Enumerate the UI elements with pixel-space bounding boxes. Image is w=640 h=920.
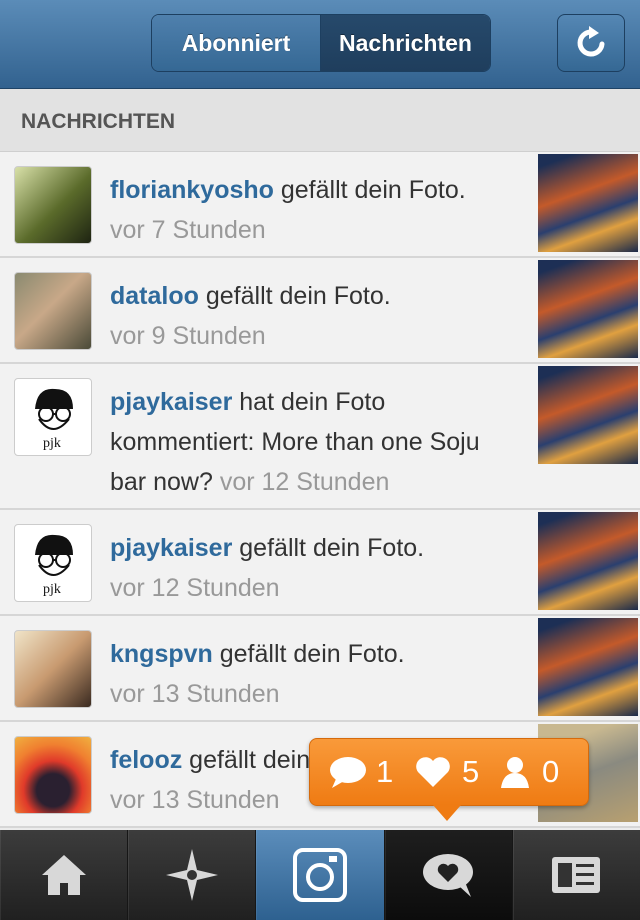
notification-action: gefällt dein Foto. xyxy=(239,534,425,562)
comments-count: 1 xyxy=(376,754,394,789)
timestamp: vor 9 Stunden xyxy=(110,322,266,350)
refresh-button[interactable] xyxy=(557,14,625,72)
tab-explore[interactable] xyxy=(128,830,257,920)
timestamp: vor 13 Stunden xyxy=(110,680,280,708)
notification-text: pjaykaiser gefällt dein Foto. vor 12 Stu… xyxy=(110,528,520,608)
section-title: NACHRICHTEN xyxy=(21,110,175,133)
popup-comments: 1 xyxy=(328,749,393,795)
notification-text: dataloo gefällt dein Foto. vor 9 Stunden xyxy=(110,276,520,356)
top-navigation-bar: Abonniert Nachrichten xyxy=(0,0,640,89)
person-icon xyxy=(501,757,529,788)
tab-nachrichten[interactable]: Nachrichten xyxy=(321,15,490,71)
avatar[interactable] xyxy=(14,272,92,350)
notification-action: gefällt dein Foto. xyxy=(280,176,466,204)
explore-icon xyxy=(165,849,218,901)
comment-icon xyxy=(330,757,366,788)
section-header: NACHRICHTEN xyxy=(0,89,640,152)
photo-thumbnail[interactable] xyxy=(538,366,638,464)
tab-camera[interactable] xyxy=(256,830,385,920)
news-icon xyxy=(423,854,474,897)
notification-list: floriankyosho gefällt dein Foto. vor 7 S… xyxy=(0,152,640,828)
avatar[interactable] xyxy=(14,166,92,244)
tab-abonniert[interactable]: Abonniert xyxy=(152,15,321,71)
notification-action: gefällt dein Foto. xyxy=(219,640,405,668)
photo-thumbnail[interactable] xyxy=(538,512,638,610)
likes-count: 5 xyxy=(462,754,480,789)
photo-thumbnail[interactable] xyxy=(538,154,638,252)
timestamp: vor 13 Stunden xyxy=(110,786,280,814)
notification-row[interactable]: kngspvn gefällt dein Foto. vor 13 Stunde… xyxy=(0,616,640,722)
notification-row[interactable]: dataloo gefällt dein Foto. vor 9 Stunden xyxy=(0,258,640,364)
notification-text: pjaykaiser hat dein Foto kommentiert: Mo… xyxy=(110,382,520,502)
notification-text: floriankyosho gefällt dein Foto. vor 7 S… xyxy=(110,170,520,250)
username-link[interactable]: dataloo xyxy=(110,282,199,310)
username-link[interactable]: kngspvn xyxy=(110,640,213,668)
avatar[interactable]: pjk xyxy=(14,524,92,602)
avatar[interactable] xyxy=(14,630,92,708)
bottom-tab-bar xyxy=(0,830,640,920)
svg-text:pjk: pjk xyxy=(43,436,61,451)
refresh-icon xyxy=(577,26,605,57)
username-link[interactable]: felooz xyxy=(110,746,182,774)
svg-text:pjk: pjk xyxy=(43,582,61,597)
pjk-avatar-icon: pjk xyxy=(35,388,73,451)
timestamp: vor 12 Stunden xyxy=(110,574,280,602)
notification-row[interactable]: pjk pjaykaiser hat dein Foto kommentiert… xyxy=(0,364,640,510)
pjk-avatar-icon: pjk xyxy=(35,534,73,597)
notification-row[interactable]: floriankyosho gefällt dein Foto. vor 7 S… xyxy=(0,152,640,258)
profile-icon xyxy=(552,857,601,893)
home-icon xyxy=(41,855,86,895)
followers-count: 0 xyxy=(542,754,560,789)
notification-text: kngspvn gefällt dein Foto. vor 13 Stunde… xyxy=(110,634,520,714)
avatar[interactable]: pjk xyxy=(14,378,92,456)
popup-arrow xyxy=(433,805,461,821)
username-link[interactable]: pjaykaiser xyxy=(110,534,232,562)
popup-likes: 5 xyxy=(414,749,479,795)
popup-followers: 0 xyxy=(498,749,559,795)
photo-thumbnail[interactable] xyxy=(538,260,638,358)
notification-row[interactable]: pjk pjaykaiser gefällt dein Foto. vor 12… xyxy=(0,510,640,616)
segmented-control: Abonniert Nachrichten xyxy=(151,14,491,72)
camera-icon xyxy=(293,848,347,902)
tab-news[interactable] xyxy=(384,830,513,920)
notification-action: gefällt dein Foto. xyxy=(205,282,391,310)
username-link[interactable]: pjaykaiser xyxy=(110,388,232,416)
heart-icon xyxy=(416,757,450,787)
username-link[interactable]: floriankyosho xyxy=(110,176,274,204)
timestamp: vor 12 Stunden xyxy=(219,468,390,496)
tab-profile[interactable] xyxy=(513,830,640,920)
timestamp: vor 7 Stunden xyxy=(110,216,266,244)
activity-popup[interactable]: 1 5 0 xyxy=(309,738,589,821)
avatar[interactable] xyxy=(14,736,92,814)
tab-home[interactable] xyxy=(0,830,129,920)
photo-thumbnail[interactable] xyxy=(538,618,638,716)
